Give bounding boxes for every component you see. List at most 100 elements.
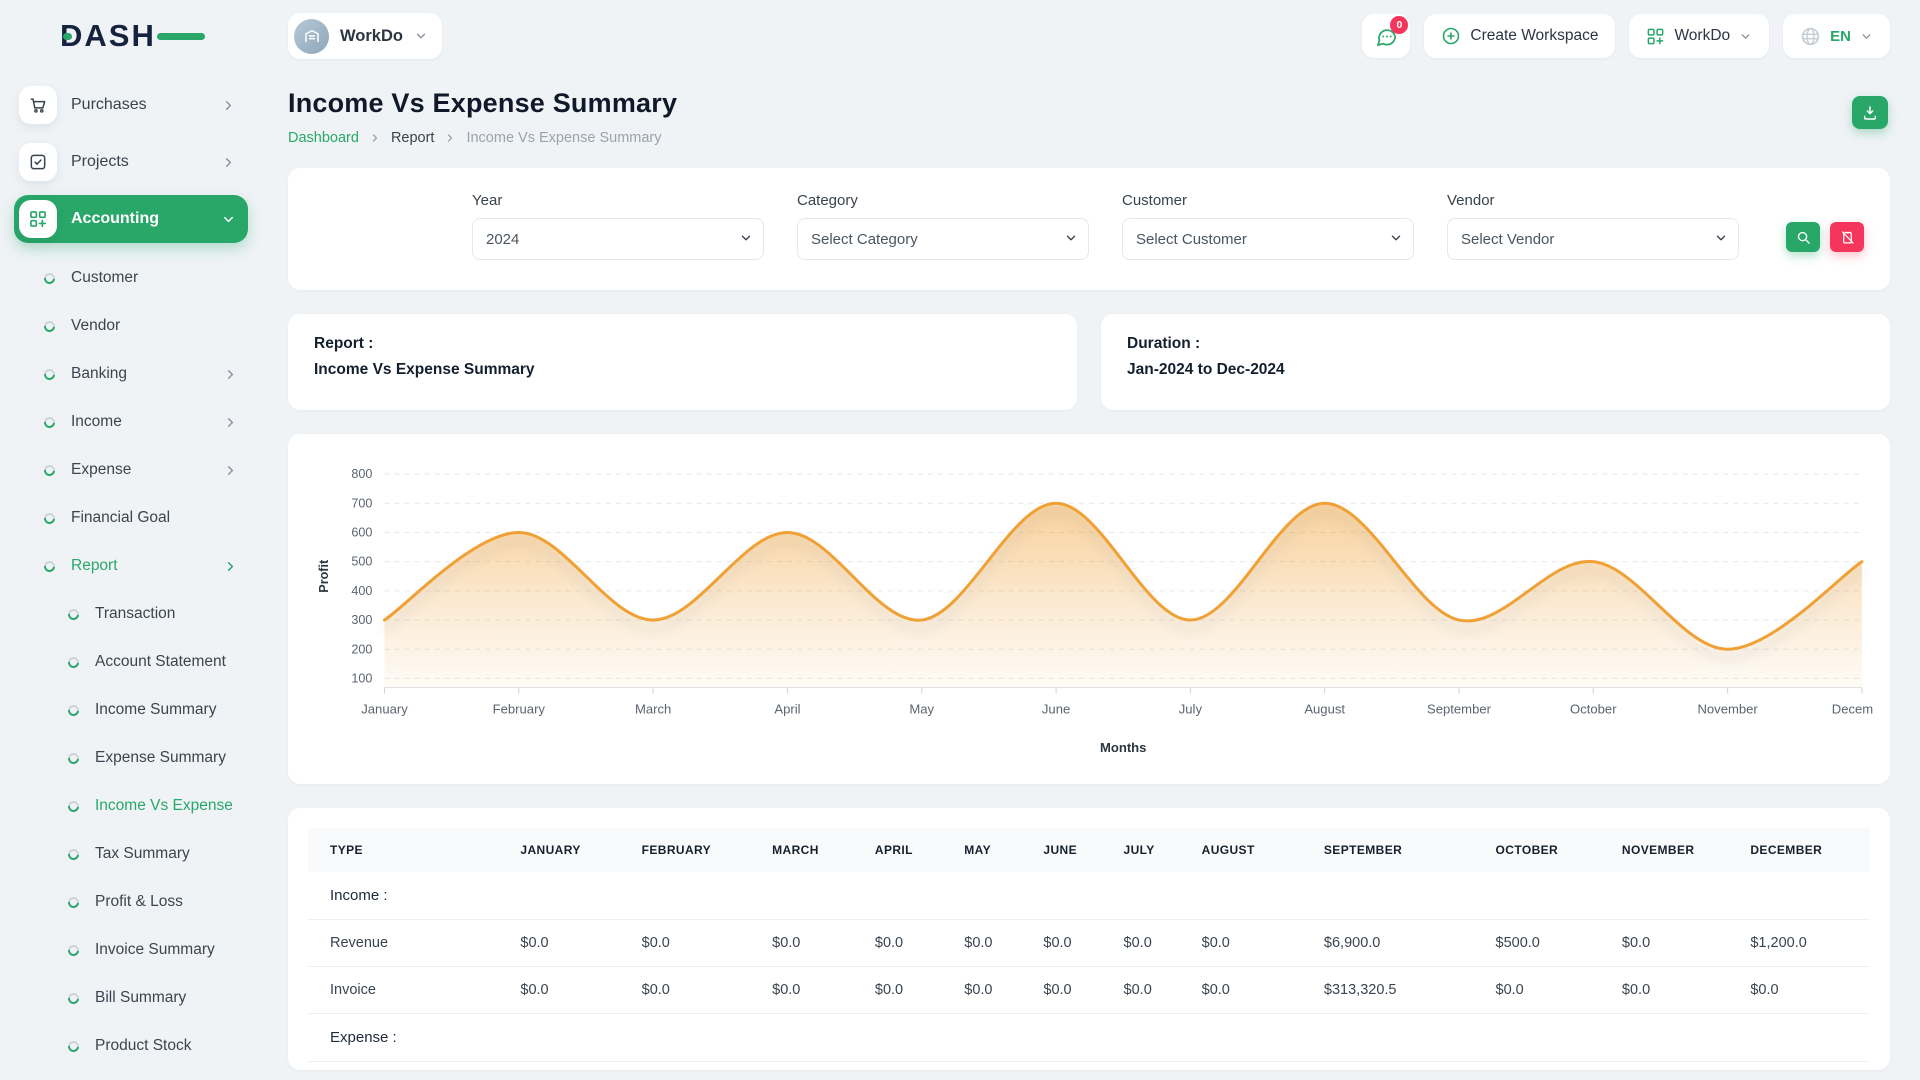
sidebar-subitem-income[interactable]: Income: [14, 398, 248, 446]
value-cell-invoice-january: $0.0: [508, 967, 629, 1014]
sidebar-subitem-financial-goal[interactable]: Financial Goal: [14, 494, 248, 542]
sidebar-subitem-banking[interactable]: Banking: [14, 350, 248, 398]
table-col-type: TYPE: [308, 828, 508, 872]
sidebar-subitem-income-vs-expense[interactable]: Income Vs Expense: [14, 782, 248, 830]
duration-card: Duration : Jan-2024 to Dec-2024: [1101, 314, 1890, 410]
ring-icon: [66, 894, 81, 909]
table-section-label: Income :: [308, 872, 1870, 920]
chevron-right-icon: [223, 367, 238, 382]
value-cell-revenue-march: $0.0: [760, 920, 863, 967]
language-button[interactable]: EN: [1783, 14, 1890, 58]
breadcrumb-dashboard[interactable]: Dashboard: [288, 130, 359, 146]
summary-row: Report : Income Vs Expense Summary Durat…: [288, 314, 1890, 410]
sidebar-subitem-transaction[interactable]: Transaction: [14, 590, 248, 638]
value-cell-invoice-may: $0.0: [952, 967, 1031, 1014]
chevron-down-icon: [1860, 30, 1873, 43]
table-header-row: TYPEJANUARYFEBRUARYMARCHAPRILMAYJUNEJULY…: [308, 828, 1870, 872]
search-icon: [1796, 230, 1811, 245]
ring-icon: [66, 1038, 81, 1053]
sidebar-subitem-invoice-summary[interactable]: Invoice Summary: [14, 926, 248, 974]
svg-text:700: 700: [351, 496, 372, 510]
value-cell-revenue-november: $0.0: [1610, 920, 1738, 967]
sidebar-subitem-expense[interactable]: Expense: [14, 446, 248, 494]
svg-text:April: April: [774, 702, 800, 717]
sidebar-subitem-label: Financial Goal: [71, 509, 170, 527]
download-report-button[interactable]: [1852, 96, 1888, 129]
ring-icon: [66, 942, 81, 957]
income-expense-table-card: TYPEJANUARYFEBRUARYMARCHAPRILMAYJUNEJULY…: [288, 808, 1890, 1070]
table-col-march: MARCH: [760, 828, 863, 872]
svg-text:September: September: [1427, 702, 1492, 717]
row-type-cell: Invoice: [308, 967, 508, 1014]
create-workspace-label: Create Workspace: [1470, 27, 1598, 45]
sidebar-subitem-label: Income Vs Expense: [95, 797, 233, 815]
sidebar-subitem-income-summary[interactable]: Income Summary: [14, 686, 248, 734]
vendor-select[interactable]: Select Vendor: [1447, 218, 1739, 260]
customer-select[interactable]: Select Customer: [1122, 218, 1414, 260]
value-cell-revenue-june: $0.0: [1031, 920, 1111, 967]
value-cell-revenue-september: $6,900.0: [1312, 920, 1484, 967]
svg-text:400: 400: [351, 584, 372, 598]
filter-label-category: Category: [797, 192, 1089, 209]
topbar-actions: 0 Create Workspace W: [1362, 14, 1890, 58]
svg-text:January: January: [361, 702, 408, 717]
chevron-right-icon: [221, 155, 236, 170]
svg-text:Profit: Profit: [317, 559, 331, 593]
chevron-right-icon: [221, 98, 236, 113]
sidebar-subitem-bill-summary[interactable]: Bill Summary: [14, 974, 248, 1022]
apply-filter-button[interactable]: [1786, 222, 1820, 252]
sidebar-subitem-vendor[interactable]: Vendor: [14, 302, 248, 350]
category-select[interactable]: Select Category: [797, 218, 1089, 260]
sidebar-subitem-cash-flow[interactable]: Cash Flow: [14, 1070, 248, 1080]
sidebar-subitem-expense-summary[interactable]: Expense Summary: [14, 734, 248, 782]
workdo-menu-button[interactable]: WorkDo: [1629, 14, 1769, 58]
duration-card-value: Jan-2024 to Dec-2024: [1127, 361, 1864, 379]
row-type-cell: Revenue: [308, 920, 508, 967]
filter-field-vendor: Vendor Select Vendor: [1447, 192, 1739, 260]
reset-filter-button[interactable]: [1830, 222, 1864, 252]
svg-text:DASH: DASH: [60, 18, 156, 53]
value-cell-revenue-may: $0.0: [952, 920, 1031, 967]
value-cell-revenue-december: $1,200.0: [1738, 920, 1870, 967]
value-cell-invoice-november: $0.0: [1610, 967, 1738, 1014]
table-col-april: APRIL: [863, 828, 952, 872]
create-workspace-button[interactable]: Create Workspace: [1424, 14, 1615, 58]
ring-icon: [66, 846, 81, 861]
ring-icon: [42, 270, 57, 285]
sidebar-item-purchases[interactable]: Purchases: [14, 81, 248, 129]
table-row-invoice: Invoice$0.0$0.0$0.0$0.0$0.0$0.0$0.0$0.0$…: [308, 967, 1870, 1014]
ring-icon: [42, 414, 57, 429]
ring-icon: [42, 366, 57, 381]
filter-label-vendor: Vendor: [1447, 192, 1739, 209]
value-cell-revenue-august: $0.0: [1190, 920, 1312, 967]
sidebar-subitem-label: Vendor: [71, 317, 120, 335]
table-col-august: AUGUST: [1190, 828, 1312, 872]
table-col-may: MAY: [952, 828, 1031, 872]
svg-text:300: 300: [351, 613, 372, 627]
dash-logo[interactable]: DASH: [14, 0, 248, 72]
report-card: Report : Income Vs Expense Summary: [288, 314, 1077, 410]
topbar: WorkDo 0 Cre: [288, 0, 1890, 72]
sidebar-subitem-report[interactable]: Report: [14, 542, 248, 590]
svg-text:July: July: [1179, 702, 1203, 717]
messages-button[interactable]: 0: [1362, 14, 1410, 58]
value-cell-invoice-march: $0.0: [760, 967, 863, 1014]
sidebar-subitem-product-stock[interactable]: Product Stock: [14, 1022, 248, 1070]
app-layout: DASH Purchases Projects Accounting Custome…: [0, 0, 1920, 1080]
breadcrumb-report[interactable]: Report: [391, 130, 435, 146]
sidebar-subitem-tax-summary[interactable]: Tax Summary: [14, 830, 248, 878]
year-select[interactable]: 2024: [472, 218, 764, 260]
building-icon: [303, 27, 321, 45]
filter-label-customer: Customer: [1122, 192, 1414, 209]
workspace-switcher[interactable]: WorkDo: [288, 13, 442, 59]
sidebar-subitem-profit-loss[interactable]: Profit & Loss: [14, 878, 248, 926]
chevron-right-icon: [444, 132, 456, 144]
sidebar-item-accounting[interactable]: Accounting: [14, 195, 248, 243]
sidebar-item-projects[interactable]: Projects: [14, 138, 248, 186]
grid-plus-icon: [28, 209, 48, 229]
sidebar-subitem-customer[interactable]: Customer: [14, 254, 248, 302]
svg-text:800: 800: [351, 467, 372, 481]
sidebar-subitem-label: Income: [71, 413, 122, 431]
value-cell-revenue-july: $0.0: [1112, 920, 1190, 967]
sidebar-subitem-account-statement[interactable]: Account Statement: [14, 638, 248, 686]
